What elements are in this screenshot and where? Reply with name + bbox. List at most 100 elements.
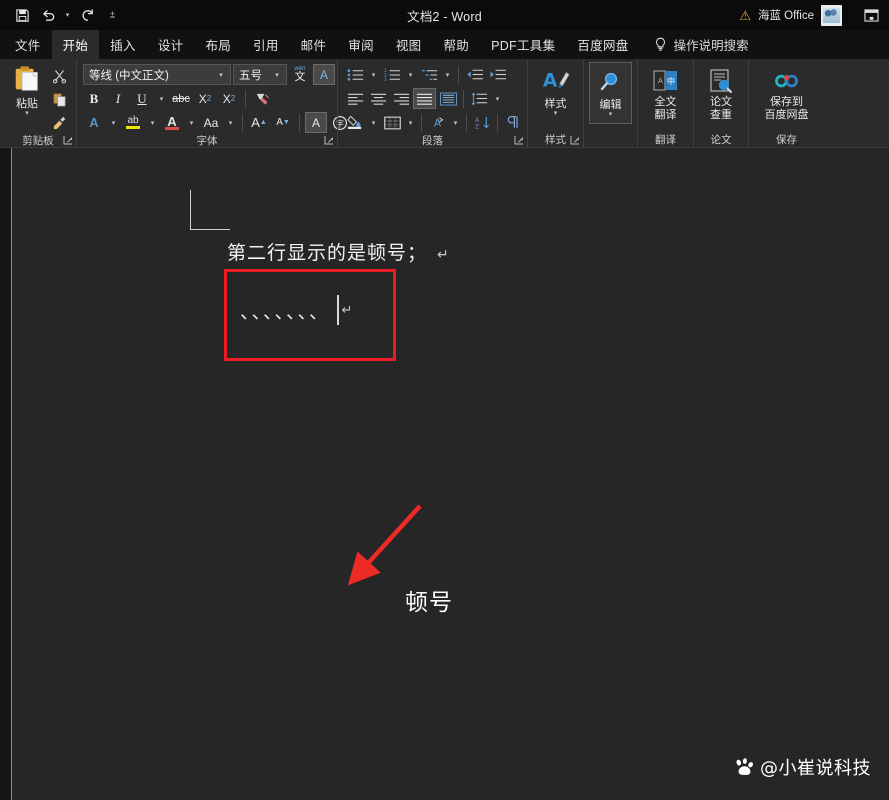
bold-button[interactable]: B	[83, 88, 105, 109]
text-highlight-color-icon[interactable]: ab	[122, 112, 144, 133]
align-right-icon[interactable]	[390, 88, 412, 109]
line-spacing-icon[interactable]	[468, 88, 490, 109]
underline-button[interactable]: U	[131, 88, 153, 109]
decrease-indent-icon[interactable]	[463, 64, 485, 85]
tab-references[interactable]: 引用	[242, 30, 290, 59]
styles-button[interactable]: A 样式 ▾	[533, 62, 578, 128]
redo-icon[interactable]	[75, 4, 99, 26]
font-name-combo[interactable]: 等线 (中文正文) ▾	[83, 64, 231, 85]
grow-font-icon[interactable]: A ▲	[248, 112, 270, 133]
underline-dropdown-icon[interactable]: ▾	[155, 88, 168, 109]
thesis-check-button[interactable]: 论文 查重	[697, 62, 745, 128]
change-case-button[interactable]: Aa	[200, 112, 222, 133]
bullets-dropdown-icon[interactable]: ▾	[367, 64, 380, 85]
font-dialog-launcher-icon[interactable]	[323, 134, 334, 145]
translate-label-line1: 全文	[654, 96, 677, 108]
phonetic-guide-icon[interactable]: wén 文	[289, 64, 311, 85]
font-size-dropdown-icon[interactable]: ▾	[270, 71, 284, 79]
highlight-dropdown-icon[interactable]: ▾	[146, 112, 159, 133]
editing-button[interactable]: 编辑 ▾	[589, 62, 632, 124]
numbering-icon[interactable]: 123	[381, 64, 403, 85]
tab-view[interactable]: 视图	[385, 30, 433, 59]
undo-dropdown-icon[interactable]: ▾	[62, 4, 73, 26]
character-border-icon[interactable]: A	[305, 112, 327, 133]
shading-dropdown-icon[interactable]: ▾	[367, 112, 380, 133]
change-case-dropdown-icon[interactable]: ▾	[224, 112, 237, 133]
text-effects-dropdown-icon[interactable]: ▾	[107, 112, 120, 133]
clipboard-dialog-launcher-icon[interactable]	[62, 134, 73, 145]
format-painter-button[interactable]	[48, 112, 70, 132]
font-size-combo[interactable]: 五号 ▾	[233, 64, 287, 85]
left-gutter	[0, 148, 11, 800]
borders-icon[interactable]	[381, 112, 403, 133]
format-painter-icon	[53, 116, 65, 129]
ribbon: 粘贴 ▾ 剪贴板 等线 (中文正文) ▾ 五号 ▾ wén 文 A B I U …	[0, 59, 889, 148]
undo-icon[interactable]	[36, 4, 60, 26]
document-page[interactable]: 第二行显示的是顿号； ↵ 、、、、、、、 ↵ 顿号 @小崔说科技	[11, 148, 889, 800]
ribbon-group-translate: A 中 全文 翻译 翻译	[637, 59, 693, 148]
char-border-icon[interactable]: A	[313, 64, 335, 85]
multilevel-dropdown-icon[interactable]: ▾	[441, 64, 454, 85]
subscript-button[interactable]: X2	[194, 88, 216, 109]
borders-dropdown-icon[interactable]: ▾	[404, 112, 417, 133]
tab-review[interactable]: 审阅	[337, 30, 385, 59]
asian-layout-dropdown-icon[interactable]: ▾	[449, 112, 462, 133]
align-left-icon[interactable]	[344, 88, 366, 109]
ribbon-group-styles: A 样式 ▾ 样式	[527, 59, 583, 148]
align-center-icon[interactable]	[367, 88, 389, 109]
tab-help[interactable]: 帮助	[432, 30, 480, 59]
ribbon-display-options-icon[interactable]	[861, 6, 881, 24]
cut-button[interactable]	[48, 66, 70, 86]
thesis-label-line1: 论文	[710, 96, 732, 108]
avatar[interactable]	[821, 4, 842, 26]
distributed-align-icon[interactable]	[437, 88, 459, 109]
save-to-netdisk-button[interactable]: 保存到 百度网盘	[752, 62, 822, 128]
save-icon[interactable]	[10, 4, 34, 26]
bullets-icon[interactable]	[344, 64, 366, 85]
document-line-1: 第二行显示的是顿号； ↵	[227, 238, 450, 265]
title-bar: ▾ ⩲ 文档2 - Word ⚠ 海蓝 Office	[0, 0, 889, 30]
increase-indent-icon[interactable]	[486, 64, 508, 85]
asian-layout-icon[interactable]: A	[426, 112, 448, 133]
sort-icon[interactable]: AZ	[471, 112, 493, 133]
paste-dropdown-icon[interactable]: ▾	[25, 110, 29, 118]
tab-pdf-tools[interactable]: PDF工具集	[480, 30, 566, 59]
font-color-dropdown-icon[interactable]: ▾	[185, 112, 198, 133]
styles-dialog-launcher-icon[interactable]	[569, 134, 580, 145]
font-size-value: 五号	[239, 69, 262, 82]
dunhao-marks: 、、、、、、、	[240, 300, 331, 323]
strikethrough-button[interactable]: abc	[170, 88, 192, 109]
tab-insert[interactable]: 插入	[99, 30, 147, 59]
multilevel-list-icon[interactable]	[418, 64, 440, 85]
tell-me-search[interactable]: 操作说明搜索	[640, 30, 749, 59]
line-spacing-dropdown-icon[interactable]: ▾	[491, 88, 504, 109]
font-color-icon[interactable]: A	[161, 112, 183, 133]
paste-button[interactable]: 粘贴 ▾	[8, 62, 46, 118]
clear-formatting-icon[interactable]	[251, 88, 273, 109]
baidu-paw-icon	[736, 758, 753, 775]
paragraph-dialog-launcher-icon[interactable]	[513, 134, 524, 145]
superscript-button[interactable]: X2	[218, 88, 240, 109]
account-name[interactable]: 海蓝 Office	[758, 7, 814, 23]
styles-dropdown-icon[interactable]: ▾	[554, 110, 558, 118]
tab-layout[interactable]: 布局	[194, 30, 242, 59]
customize-quick-access-icon[interactable]: ⩲	[107, 4, 118, 26]
font-name-dropdown-icon[interactable]: ▾	[214, 71, 228, 79]
text-effects-icon[interactable]: A	[83, 112, 105, 133]
italic-button[interactable]: I	[107, 88, 129, 109]
show-formatting-marks-icon[interactable]	[502, 112, 524, 133]
justify-icon[interactable]	[413, 88, 436, 109]
full-text-translate-button[interactable]: A 中 全文 翻译	[642, 62, 690, 128]
editing-dropdown-icon[interactable]: ▾	[609, 111, 613, 119]
tab-file[interactable]: 文件	[4, 30, 52, 59]
shading-icon[interactable]	[344, 112, 366, 133]
numbering-dropdown-icon[interactable]: ▾	[404, 64, 417, 85]
tab-mailings[interactable]: 邮件	[290, 30, 338, 59]
translate-label-line2: 翻译	[654, 109, 677, 121]
tab-design[interactable]: 设计	[147, 30, 195, 59]
tab-home[interactable]: 开始	[51, 30, 100, 59]
shrink-font-icon[interactable]: A ▼	[272, 112, 294, 133]
copy-button[interactable]	[48, 89, 70, 109]
paste-icon	[15, 66, 38, 91]
tab-baidu-netdisk[interactable]: 百度网盘	[566, 30, 639, 59]
